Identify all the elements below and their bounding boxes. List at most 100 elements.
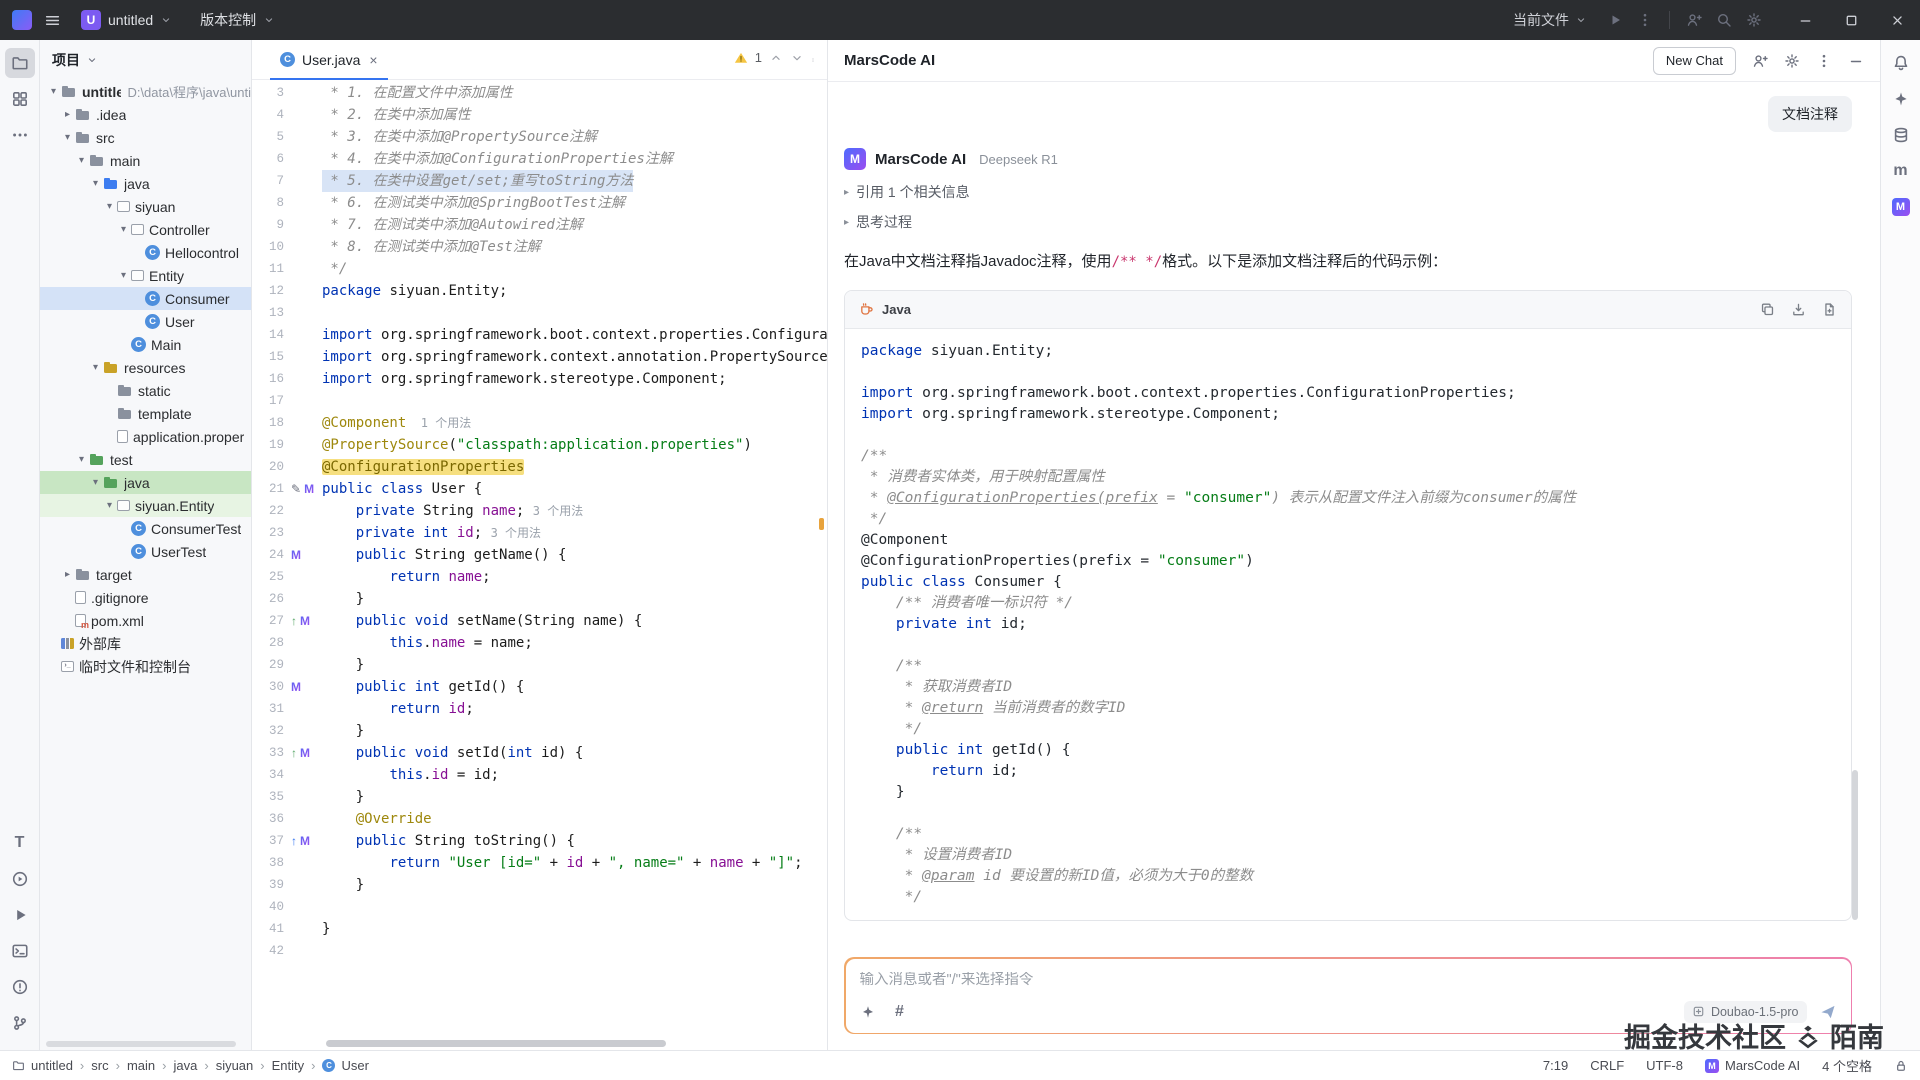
code-line[interactable]: 21✎Mpublic class User { (252, 478, 827, 500)
prompt-skills-icon[interactable] (860, 1004, 876, 1020)
breadcrumb-item[interactable]: CUser (322, 1058, 368, 1073)
code-line[interactable]: 38 return "User [id=" + id + ", name=" +… (252, 852, 827, 874)
tree-item[interactable]: CHellocontrol (40, 241, 251, 264)
close-button[interactable] (1874, 0, 1920, 40)
new-file-code-icon[interactable] (1822, 302, 1837, 317)
chat-more-icon[interactable] (1816, 53, 1832, 69)
tree-chevron-icon[interactable]: ▾ (102, 500, 117, 511)
tree-chevron-icon[interactable]: ▾ (60, 132, 75, 143)
code-line[interactable]: 25 return name; (252, 566, 827, 588)
override-gutter-icon[interactable]: ↑ (291, 835, 297, 847)
readonly-lock-icon[interactable] (1894, 1059, 1908, 1073)
tree-item[interactable]: ▸target (40, 563, 251, 586)
tree-item[interactable]: ▾java (40, 471, 251, 494)
structure-tool-icon[interactable] (5, 84, 35, 114)
status-widget[interactable]: MMarsCode AI (1705, 1058, 1800, 1073)
chat-message-input[interactable] (860, 972, 1837, 988)
code-line[interactable]: 9 * 7. 在测试类中添加@Autowired注解 (252, 214, 827, 236)
status-widget[interactable]: UTF-8 (1646, 1058, 1683, 1073)
tree-item[interactable]: ▾untitledD:\data\程序\java\unti (40, 80, 251, 103)
references-toggle[interactable]: ▸ 引用 1 个相关信息 (844, 182, 1852, 202)
tree-item[interactable]: ▾resources (40, 356, 251, 379)
tree-chevron-icon[interactable]: ▾ (116, 224, 131, 235)
code-line[interactable]: 14import org.springframework.boot.contex… (252, 324, 827, 346)
code-line[interactable]: 27↑M public void setName(String name) { (252, 610, 827, 632)
editor-code-area[interactable]: 3 * 1. 在配置文件中添加属性4 * 2. 在类中添加属性5 * 3. 在类… (252, 80, 827, 1050)
maven-tool-icon[interactable]: m (1886, 156, 1916, 186)
code-line[interactable]: 23 private int id; 3 个用法 (252, 522, 827, 544)
new-chat-button[interactable]: New Chat (1653, 47, 1736, 75)
tree-chevron-icon[interactable]: ▾ (74, 454, 89, 465)
chat-scrollbar[interactable] (1852, 770, 1858, 920)
share-icon[interactable] (1752, 53, 1768, 69)
tree-chevron-icon[interactable]: ▾ (102, 201, 117, 212)
code-line[interactable]: 39 } (252, 874, 827, 896)
edit-gutter-icon[interactable]: ✎ (291, 483, 301, 495)
insert-code-icon[interactable] (1791, 302, 1806, 317)
marscode-gutter-icon[interactable]: M (300, 747, 310, 759)
code-line[interactable]: 20@ConfigurationProperties (252, 456, 827, 478)
breadcrumb-item[interactable]: Entity (272, 1058, 305, 1073)
tree-item[interactable]: .gitignore (40, 586, 251, 609)
tree-item[interactable]: CUser (40, 310, 251, 333)
setter-gutter-icon[interactable]: ↑ (291, 747, 297, 759)
breadcrumb-item[interactable]: untitled (12, 1058, 73, 1073)
editor-hscrollbar[interactable] (326, 1040, 666, 1047)
breadcrumb-item[interactable]: main (127, 1058, 155, 1073)
tree-item[interactable]: CConsumer (40, 287, 251, 310)
prev-warning-icon[interactable] (769, 51, 783, 65)
ai-assistant-icon[interactable] (1886, 84, 1916, 114)
code-line[interactable]: 19@PropertySource("classpath:application… (252, 434, 827, 456)
code-line[interactable]: 5 * 3. 在类中添加@PropertySource注解 (252, 126, 827, 148)
tree-chevron-icon[interactable]: ▾ (88, 178, 103, 189)
more-tools-icon[interactable] (5, 120, 35, 150)
code-line[interactable]: 8 * 6. 在测试类中添加@SpringBootTest注解 (252, 192, 827, 214)
code-line[interactable]: 32 } (252, 720, 827, 742)
version-control-tool-icon[interactable] (5, 1008, 35, 1038)
error-stripe-mark[interactable] (819, 518, 824, 530)
code-line[interactable]: 30M public int getId() { (252, 676, 827, 698)
tab-options-icon[interactable] (811, 52, 827, 68)
tree-item[interactable]: CUserTest (40, 540, 251, 563)
run-config-widget[interactable]: 当前文件 (1507, 6, 1593, 34)
thinking-toggle[interactable]: ▸ 思考过程 (844, 212, 1852, 232)
tree-item[interactable]: ▾main (40, 149, 251, 172)
code-line[interactable]: 15import org.springframework.context.ann… (252, 346, 827, 368)
inspection-widget[interactable]: 1 (727, 47, 811, 68)
settings-icon[interactable] (1746, 12, 1762, 28)
setter-gutter-icon[interactable]: ↑ (291, 615, 297, 627)
tree-chevron-icon[interactable]: ▾ (116, 270, 131, 281)
search-everywhere-icon[interactable] (1716, 12, 1732, 28)
project-hscrollbar[interactable] (46, 1041, 236, 1047)
collapse-panel-icon[interactable] (1848, 53, 1864, 69)
minimize-button[interactable] (1782, 0, 1828, 40)
marscode-gutter-icon[interactable]: M (300, 835, 310, 847)
marscode-gutter-icon[interactable]: M (304, 483, 314, 495)
marscode-gutter-icon[interactable]: M (300, 615, 310, 627)
code-line[interactable]: 16import org.springframework.stereotype.… (252, 368, 827, 390)
database-tool-icon[interactable] (1886, 120, 1916, 150)
tree-chevron-icon[interactable]: ▾ (74, 155, 89, 166)
code-line[interactable]: 12package siyuan.Entity; (252, 280, 827, 302)
code-line[interactable]: 40 (252, 896, 827, 918)
tree-item[interactable]: ▾siyuan (40, 195, 251, 218)
status-widget[interactable]: CRLF (1590, 1058, 1624, 1073)
tree-item[interactable]: ▾test (40, 448, 251, 471)
tab-close-icon[interactable]: × (369, 52, 377, 68)
copy-code-icon[interactable] (1760, 302, 1775, 317)
code-line[interactable]: 18@Component 1 个用法 (252, 412, 827, 434)
code-line[interactable]: 29 } (252, 654, 827, 676)
next-warning-icon[interactable] (790, 51, 804, 65)
marscode-gutter-icon[interactable]: M (291, 549, 301, 561)
context-hash-icon[interactable]: # (892, 1004, 908, 1020)
tree-item[interactable]: application.proper (40, 425, 251, 448)
chat-settings-icon[interactable] (1784, 53, 1800, 69)
letter-t-tool-icon[interactable]: T (5, 828, 35, 858)
services-tool-icon[interactable] (5, 864, 35, 894)
project-tool-icon[interactable] (5, 48, 35, 78)
tree-item[interactable]: ▾siyuan.Entity (40, 494, 251, 517)
breadcrumb-item[interactable]: siyuan (216, 1058, 254, 1073)
code-line[interactable]: 13 (252, 302, 827, 324)
code-with-me-icon[interactable] (1686, 12, 1702, 28)
code-line[interactable]: 36 @Override (252, 808, 827, 830)
